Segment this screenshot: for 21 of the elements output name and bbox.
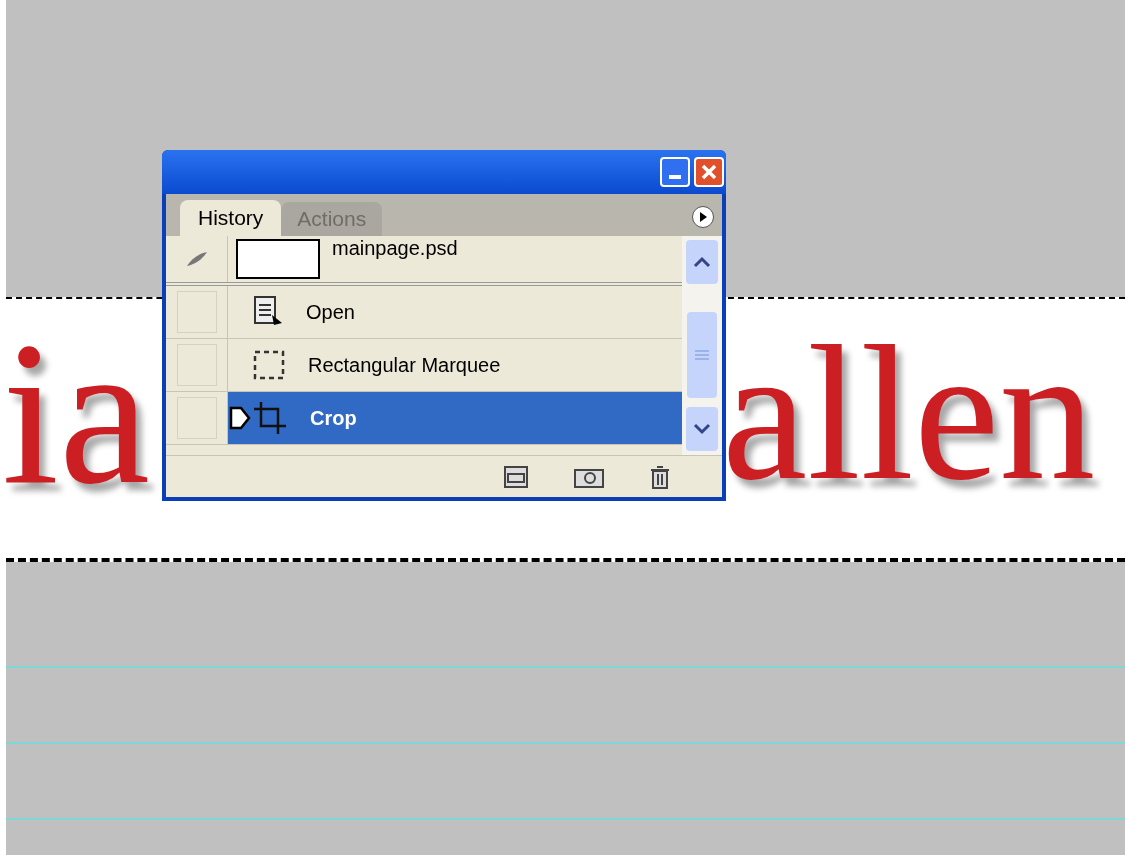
trash-icon[interactable] <box>650 464 670 489</box>
snapshot-name[interactable]: mainpage.psd <box>332 238 458 258</box>
history-state[interactable]: Rectangular Marquee <box>228 339 682 391</box>
scroll-up-button[interactable] <box>686 240 718 284</box>
panel-menu-button[interactable] <box>692 206 714 228</box>
close-icon <box>700 163 718 181</box>
canvas-text: allen <box>722 318 1096 510</box>
scroll-down-button[interactable] <box>686 407 718 451</box>
crop-icon <box>252 400 288 436</box>
dashed-rectangle-icon <box>252 349 286 381</box>
scrollbar-thumb[interactable] <box>687 312 717 398</box>
new-document-icon[interactable] <box>504 465 528 488</box>
brush-icon[interactable] <box>184 250 209 268</box>
panel-tab[interactable]: History <box>180 200 282 236</box>
play-triangle-icon <box>699 212 707 222</box>
history-state[interactable]: Crop <box>228 392 682 444</box>
minimize-button[interactable] <box>660 157 690 187</box>
close-button[interactable] <box>694 157 724 187</box>
history-state[interactable]: Open <box>228 286 682 338</box>
canvas-text: ia <box>2 310 150 515</box>
history-state-marker-icon <box>229 406 251 430</box>
